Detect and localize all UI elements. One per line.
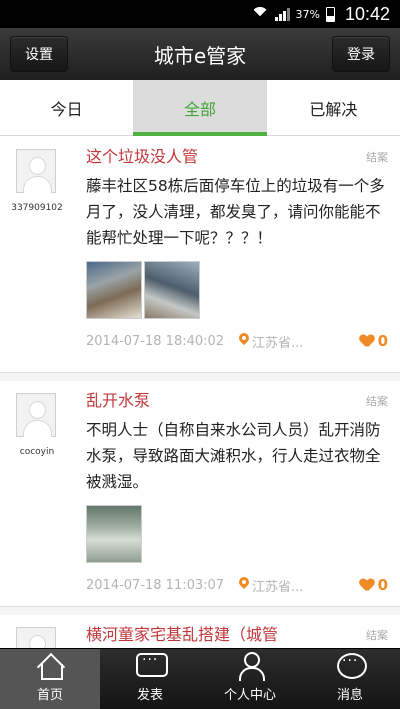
status-bar: 37% 10:42 <box>0 0 400 28</box>
nav-profile-label: 个人中心 <box>223 688 276 703</box>
user-icon <box>235 652 265 681</box>
post-body: 不明人士（自称自来水公司人员）乱开消防水泵，导致路面大滩积水，行人走过衣物全被溅… <box>86 421 381 491</box>
post-title[interactable]: 这个垃圾没人管 <box>86 145 388 169</box>
filter-tabs: 今日 全部 已解决 <box>0 80 400 136</box>
post-images <box>86 261 388 319</box>
nav-home[interactable]: 首页 <box>0 649 100 709</box>
signal-icon <box>274 7 290 21</box>
chat-bubble-icon <box>135 652 168 680</box>
login-button[interactable]: 登录 <box>332 36 390 72</box>
app-title: 城市e管家 <box>153 43 247 68</box>
settings-button[interactable]: 设置 <box>10 36 68 72</box>
nav-profile[interactable]: 个人中心 <box>200 649 300 709</box>
post-title[interactable]: 乱开水泵 <box>86 389 388 413</box>
heart-icon[interactable] <box>360 579 374 592</box>
status-badge: 结案 <box>366 395 388 408</box>
location-pin-icon <box>238 577 250 593</box>
post-location: 江苏省... <box>252 335 304 351</box>
bottom-nav: 首页 发表 个人中心 消息 <box>0 648 400 709</box>
tab-all[interactable]: 全部 <box>133 80 267 136</box>
post-image[interactable] <box>86 505 142 563</box>
post-image[interactable] <box>144 261 200 319</box>
avatar[interactable] <box>16 393 56 437</box>
post-time: 2014-07-18 18:40:02 <box>86 333 225 349</box>
post-meta: 2014-07-18 18:40:02 江苏省... 0 <box>86 331 388 351</box>
home-icon <box>35 652 65 680</box>
post-location: 江苏省... <box>252 579 304 595</box>
battery-icon <box>325 6 335 22</box>
post-card[interactable]: 337909102 结案 这个垃圾没人管 藤丰社区58栋后面停车位上的垃圾有一个… <box>0 137 400 373</box>
location-pin-icon <box>238 333 250 349</box>
nav-post[interactable]: 发表 <box>100 649 200 709</box>
post-image[interactable] <box>86 261 142 319</box>
username: cocoyin <box>19 447 55 457</box>
username: 337909102 <box>11 203 63 213</box>
tab-today[interactable]: 今日 <box>0 80 133 135</box>
post-time: 2014-07-18 11:03:07 <box>86 577 225 593</box>
post-meta: 2014-07-18 11:03:07 江苏省... 0 <box>86 575 388 595</box>
post-card[interactable]: cocoyin 结案 乱开水泵 不明人士（自称自来水公司人员）乱开消防水泵，导致… <box>0 381 400 607</box>
message-icon <box>335 652 367 680</box>
nav-messages-label: 消息 <box>336 688 363 703</box>
status-badge: 结案 <box>366 629 388 642</box>
tab-resolved[interactable]: 已解决 <box>267 80 400 135</box>
nav-home-label: 首页 <box>36 688 63 703</box>
nav-post-label: 发表 <box>136 688 163 703</box>
heart-icon[interactable] <box>360 335 374 348</box>
status-badge: 结案 <box>366 151 388 164</box>
nav-messages[interactable]: 消息 <box>300 649 400 709</box>
wifi-icon <box>250 7 269 25</box>
like-count: 0 <box>377 576 388 594</box>
clock: 10:42 <box>344 3 390 24</box>
post-card[interactable]: 结案 横河童家宅基乱搭建（城管 <box>0 615 400 648</box>
title-bar: 设置 城市e管家 登录 <box>0 28 400 80</box>
avatar[interactable] <box>16 627 56 648</box>
post-images <box>86 505 388 563</box>
like-count: 0 <box>377 332 388 350</box>
avatar[interactable] <box>16 149 56 193</box>
post-body: 藤丰社区58栋后面停车位上的垃圾有一个多月了，没人清理，都发臭了，请问你能能不能… <box>86 177 385 247</box>
post-title[interactable]: 横河童家宅基乱搭建（城管 <box>86 623 388 647</box>
post-feed[interactable]: 337909102 结案 这个垃圾没人管 藤丰社区58栋后面停车位上的垃圾有一个… <box>0 137 400 648</box>
battery-percent: 37% <box>295 7 320 21</box>
